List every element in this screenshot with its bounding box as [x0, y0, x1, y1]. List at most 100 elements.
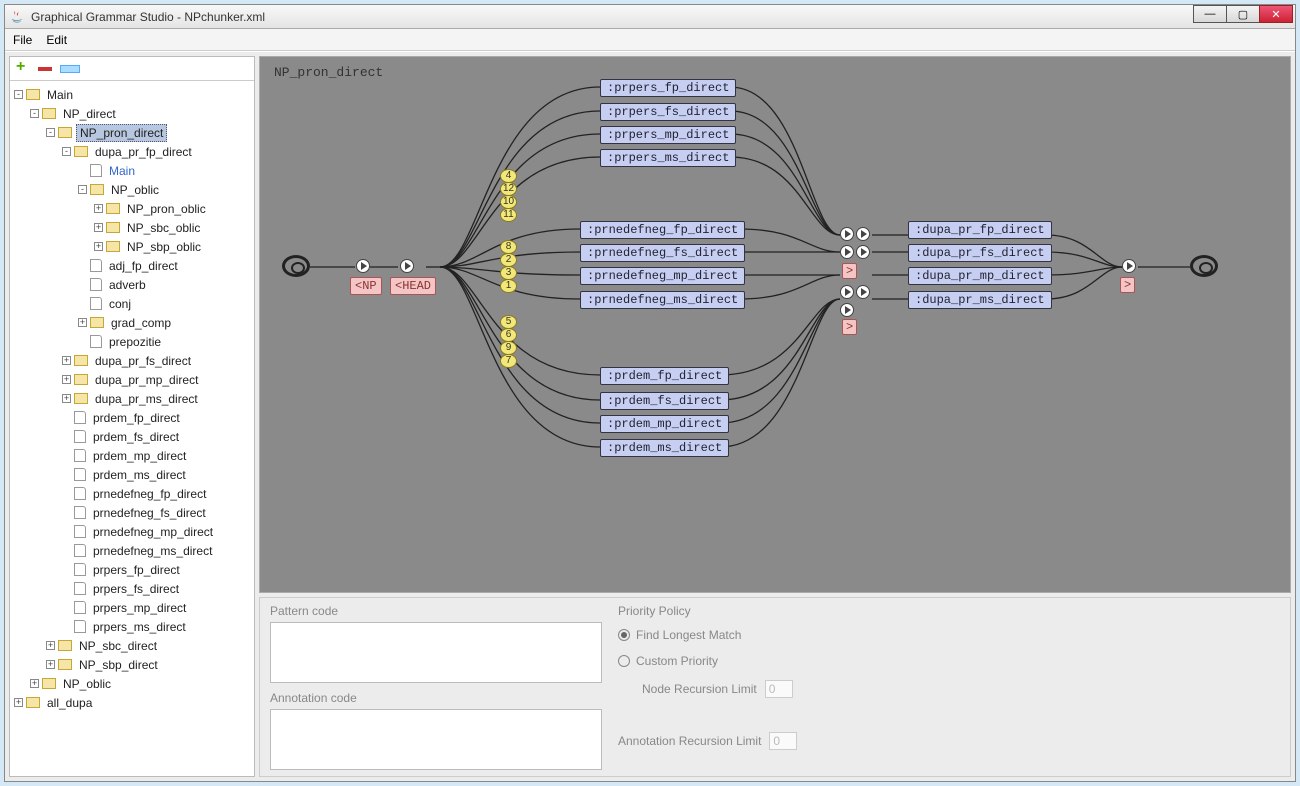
minimize-button[interactable]: —	[1193, 5, 1227, 23]
graph-node[interactable]: :prnedefneg_fp_direct	[580, 221, 745, 239]
toggle-icon[interactable]: -	[62, 147, 71, 156]
graph-node[interactable]: :prdem_fs_direct	[600, 392, 729, 410]
tree-item[interactable]: prnedefneg_fp_direct	[90, 486, 209, 502]
tree-item[interactable]: dupa_pr_fp_direct	[92, 144, 195, 160]
tree-item[interactable]: NP_sbp_direct	[76, 657, 161, 673]
graph-node[interactable]: :dupa_pr_mp_direct	[908, 267, 1052, 285]
tree-item[interactable]: prdem_ms_direct	[90, 467, 189, 483]
priority-badge[interactable]: 10	[500, 195, 517, 209]
arrow-icon[interactable]	[400, 259, 414, 273]
arrow-icon[interactable]	[840, 245, 854, 259]
pattern-code-input[interactable]	[270, 622, 602, 683]
toggle-icon[interactable]: +	[62, 375, 71, 384]
tree-item[interactable]: adj_fp_direct	[106, 258, 181, 274]
graph-node[interactable]: :prpers_ms_direct	[600, 149, 736, 167]
tree-item[interactable]: prpers_ms_direct	[90, 619, 189, 635]
tree-item[interactable]: dupa_pr_fs_direct	[92, 353, 194, 369]
toggle-icon[interactable]: +	[94, 204, 103, 213]
toggle-icon[interactable]: +	[62, 394, 71, 403]
priority-badge[interactable]: 4	[500, 169, 517, 183]
priority-badge[interactable]: 5	[500, 315, 517, 329]
priority-badge[interactable]: 1	[500, 279, 517, 293]
radio-find-longest[interactable]: Find Longest Match	[618, 628, 1280, 642]
graph-node[interactable]: :prnedefneg_fs_direct	[580, 244, 745, 262]
tag-np[interactable]: <NP	[350, 277, 382, 295]
graph-node[interactable]: :prpers_fs_direct	[600, 103, 736, 121]
graph-node[interactable]: :prdem_fp_direct	[600, 367, 729, 385]
tree-item[interactable]: prpers_fs_direct	[90, 581, 182, 597]
tree-item[interactable]: prnedefneg_ms_direct	[90, 543, 215, 559]
tree-item[interactable]: grad_comp	[108, 315, 174, 331]
close-button[interactable]: ✕	[1259, 5, 1293, 23]
maximize-button[interactable]: ▢	[1226, 5, 1260, 23]
priority-badge[interactable]: 9	[500, 341, 517, 355]
tree-item-selected[interactable]: NP_pron_direct	[76, 124, 167, 142]
tree-item[interactable]: NP_sbc_oblic	[124, 220, 203, 236]
tag-close[interactable]: >	[842, 263, 857, 279]
graph-node[interactable]: :prdem_ms_direct	[600, 439, 729, 457]
remove-icon[interactable]	[38, 67, 52, 71]
arrow-icon[interactable]	[840, 285, 854, 299]
tree-item[interactable]: prdem_fp_direct	[90, 410, 183, 426]
menu-edit[interactable]: Edit	[46, 33, 67, 47]
toggle-icon[interactable]: +	[94, 242, 103, 251]
graph-canvas[interactable]: NP_pron_direct <NP <HEAD 4 12 10 11 8 2 …	[259, 56, 1291, 593]
tree-item[interactable]: prpers_fp_direct	[90, 562, 183, 578]
annotation-recursion-input[interactable]	[769, 732, 797, 750]
start-node[interactable]	[282, 255, 310, 277]
tree-item[interactable]: Main	[106, 163, 138, 179]
priority-badge[interactable]: 8	[500, 240, 517, 254]
arrow-icon[interactable]	[356, 259, 370, 273]
tree-item[interactable]: NP_direct	[60, 106, 119, 122]
toggle-icon[interactable]: +	[14, 698, 23, 707]
tree-item[interactable]: all_dupa	[44, 695, 95, 711]
tree-item[interactable]: prdem_mp_direct	[90, 448, 189, 464]
tree-item[interactable]: conj	[106, 296, 134, 312]
arrow-icon[interactable]	[1122, 259, 1136, 273]
graph-node[interactable]: :dupa_pr_fs_direct	[908, 244, 1052, 262]
toggle-icon[interactable]: -	[14, 90, 23, 99]
toggle-icon[interactable]: +	[62, 356, 71, 365]
tree-item[interactable]: NP_pron_oblic	[124, 201, 209, 217]
toggle-icon[interactable]: +	[46, 660, 55, 669]
end-node[interactable]	[1190, 255, 1218, 277]
tree-item[interactable]: NP_oblic	[108, 182, 162, 198]
radio-custom-priority[interactable]: Custom Priority	[618, 654, 1280, 668]
tree-item[interactable]: prnedefneg_fs_direct	[90, 505, 209, 521]
arrow-icon[interactable]	[856, 227, 870, 241]
node-recursion-input[interactable]	[765, 680, 793, 698]
arrow-icon[interactable]	[840, 227, 854, 241]
tree-item[interactable]: prepozitie	[106, 334, 164, 350]
tree-item[interactable]: NP_sbp_oblic	[124, 239, 204, 255]
tree-item[interactable]: prpers_mp_direct	[90, 600, 189, 616]
graph-node[interactable]: :prpers_mp_direct	[600, 126, 736, 144]
tree[interactable]: -Main -NP_direct -NP_pron_direct -dupa_p…	[10, 81, 254, 776]
graph-node[interactable]: :prdem_mp_direct	[600, 415, 729, 433]
tag-close[interactable]: >	[842, 319, 857, 335]
add-icon[interactable]: +	[16, 62, 30, 76]
tree-item[interactable]: dupa_pr_mp_direct	[92, 372, 201, 388]
toggle-icon[interactable]: +	[30, 679, 39, 688]
arrow-icon[interactable]	[840, 303, 854, 317]
graph-node[interactable]: :prpers_fp_direct	[600, 79, 736, 97]
graph-node[interactable]: :dupa_pr_ms_direct	[908, 291, 1052, 309]
priority-badge[interactable]: 11	[500, 208, 517, 222]
toggle-icon[interactable]: +	[94, 223, 103, 232]
annotation-code-input[interactable]	[270, 709, 602, 770]
tree-item[interactable]: prdem_fs_direct	[90, 429, 182, 445]
priority-badge[interactable]: 6	[500, 328, 517, 342]
priority-badge[interactable]: 7	[500, 354, 517, 368]
graph-node[interactable]: :dupa_pr_fp_direct	[908, 221, 1052, 239]
arrow-icon[interactable]	[856, 285, 870, 299]
toggle-icon[interactable]: -	[78, 185, 87, 194]
tree-item[interactable]: prnedefneg_mp_direct	[90, 524, 216, 540]
graph-node[interactable]: :prnedefneg_ms_direct	[580, 291, 745, 309]
priority-badge[interactable]: 2	[500, 253, 517, 267]
toggle-icon[interactable]: -	[30, 109, 39, 118]
toggle-icon[interactable]: +	[78, 318, 87, 327]
toggle-icon[interactable]: +	[46, 641, 55, 650]
tree-item[interactable]: NP_oblic	[60, 676, 114, 692]
graph-node[interactable]: :prnedefneg_mp_direct	[580, 267, 745, 285]
arrow-icon[interactable]	[856, 245, 870, 259]
menu-file[interactable]: File	[13, 33, 32, 47]
